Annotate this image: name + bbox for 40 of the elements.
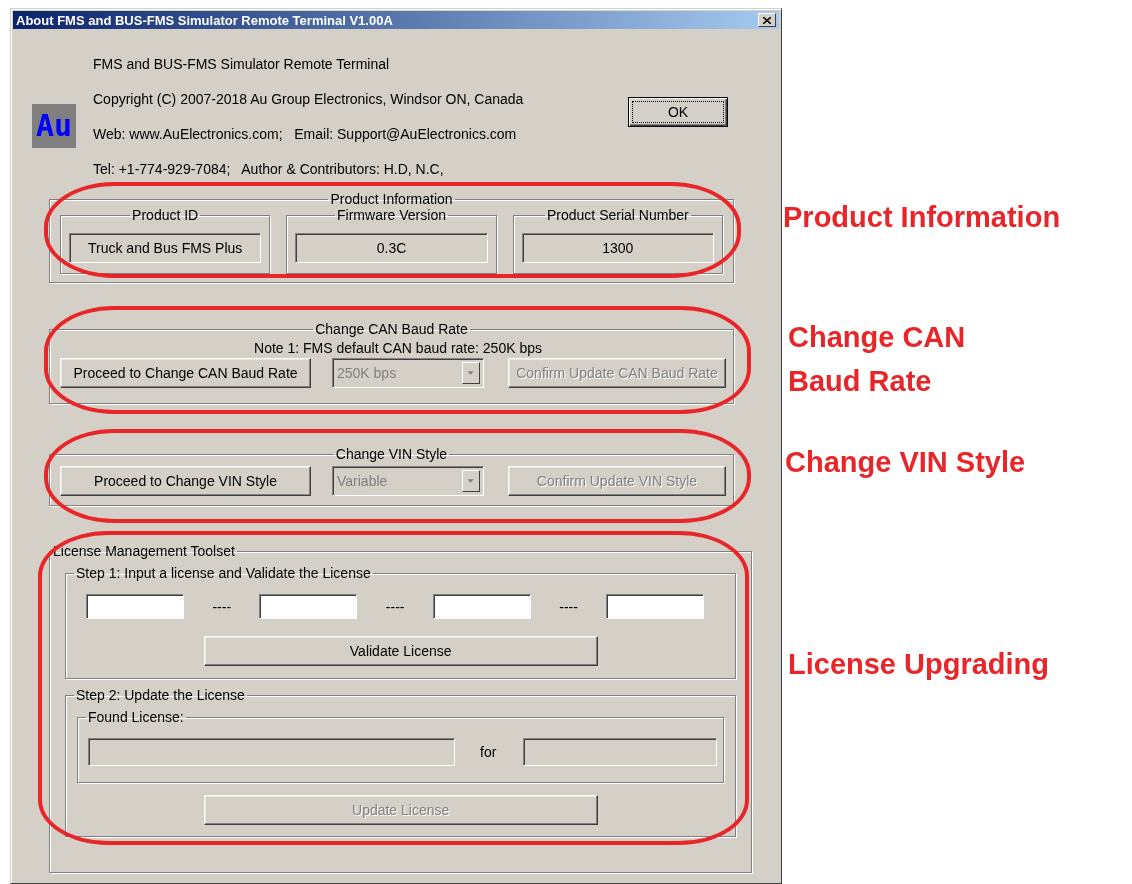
proceed-button[interactable]: Proceed to Change VIN Style <box>60 466 311 496</box>
dropdown-value: Variable <box>337 473 388 489</box>
license-key-field[interactable] <box>259 594 358 619</box>
value-field: 1300 <box>521 233 714 263</box>
license-key-field[interactable] <box>86 594 184 619</box>
validate-button[interactable]: Validate License <box>203 636 598 666</box>
license-key-field[interactable] <box>432 594 531 619</box>
group-title: Step 2: Update the License <box>75 687 246 703</box>
for-label: for <box>480 744 497 760</box>
close-button[interactable] <box>758 13 776 27</box>
note-text: Note 1: FMS default CAN baud rate: 250K bps <box>253 339 543 357</box>
group-title: Firmware Version <box>336 207 447 223</box>
about-text: Copyright (C) 2007-2018 Au Group Electronics, Windsor ON, Canada <box>93 90 525 109</box>
logo: Au <box>32 104 76 148</box>
about-text: Web: www.AuElectronics.com; Email: Support@AuElectronics.com <box>93 125 518 144</box>
about-text: FMS and BUS-FMS Simulator Remote Terminal <box>93 55 391 74</box>
license-key-field[interactable] <box>606 594 705 619</box>
close-icon <box>763 16 771 24</box>
value-field: Truck and Bus FMS Plus <box>69 233 262 263</box>
annotation-label: Change CAN Baud Rate <box>788 320 967 399</box>
group-title: License Management Toolset <box>53 543 236 559</box>
group-title: Found License: <box>87 709 185 725</box>
about-text: Tel: +1-774-929-7084; Author & Contributors: H.D, N.C, <box>93 160 445 179</box>
value-field: 0.3C <box>295 233 488 263</box>
window-title: About FMS and BUS-FMS Simulator Remote Terminal V1.00A <box>16 12 393 28</box>
separator-text: ---- <box>385 598 405 615</box>
annotation-label: Change VIN Style <box>785 445 1026 480</box>
annotation-label: License Upgrading <box>788 647 1050 682</box>
proceed-button[interactable]: Proceed to Change CAN Baud Rate <box>60 358 311 388</box>
separator-text: ---- <box>212 598 232 615</box>
separator-text: ---- <box>559 598 578 615</box>
group-title: Product Information <box>329 191 454 207</box>
group-title: Product ID <box>131 207 200 223</box>
ok-button[interactable]: OK <box>628 97 728 127</box>
group-title: Product Serial Number <box>546 207 690 223</box>
dropdown-value: 250K bps <box>337 365 397 381</box>
group-title: Change VIN Style <box>334 446 449 462</box>
group-title: Step 1: Input a license and Validate the License <box>75 565 372 581</box>
annotation-label: Product Information <box>783 200 1061 235</box>
group-title: Change CAN Baud Rate <box>314 321 469 337</box>
